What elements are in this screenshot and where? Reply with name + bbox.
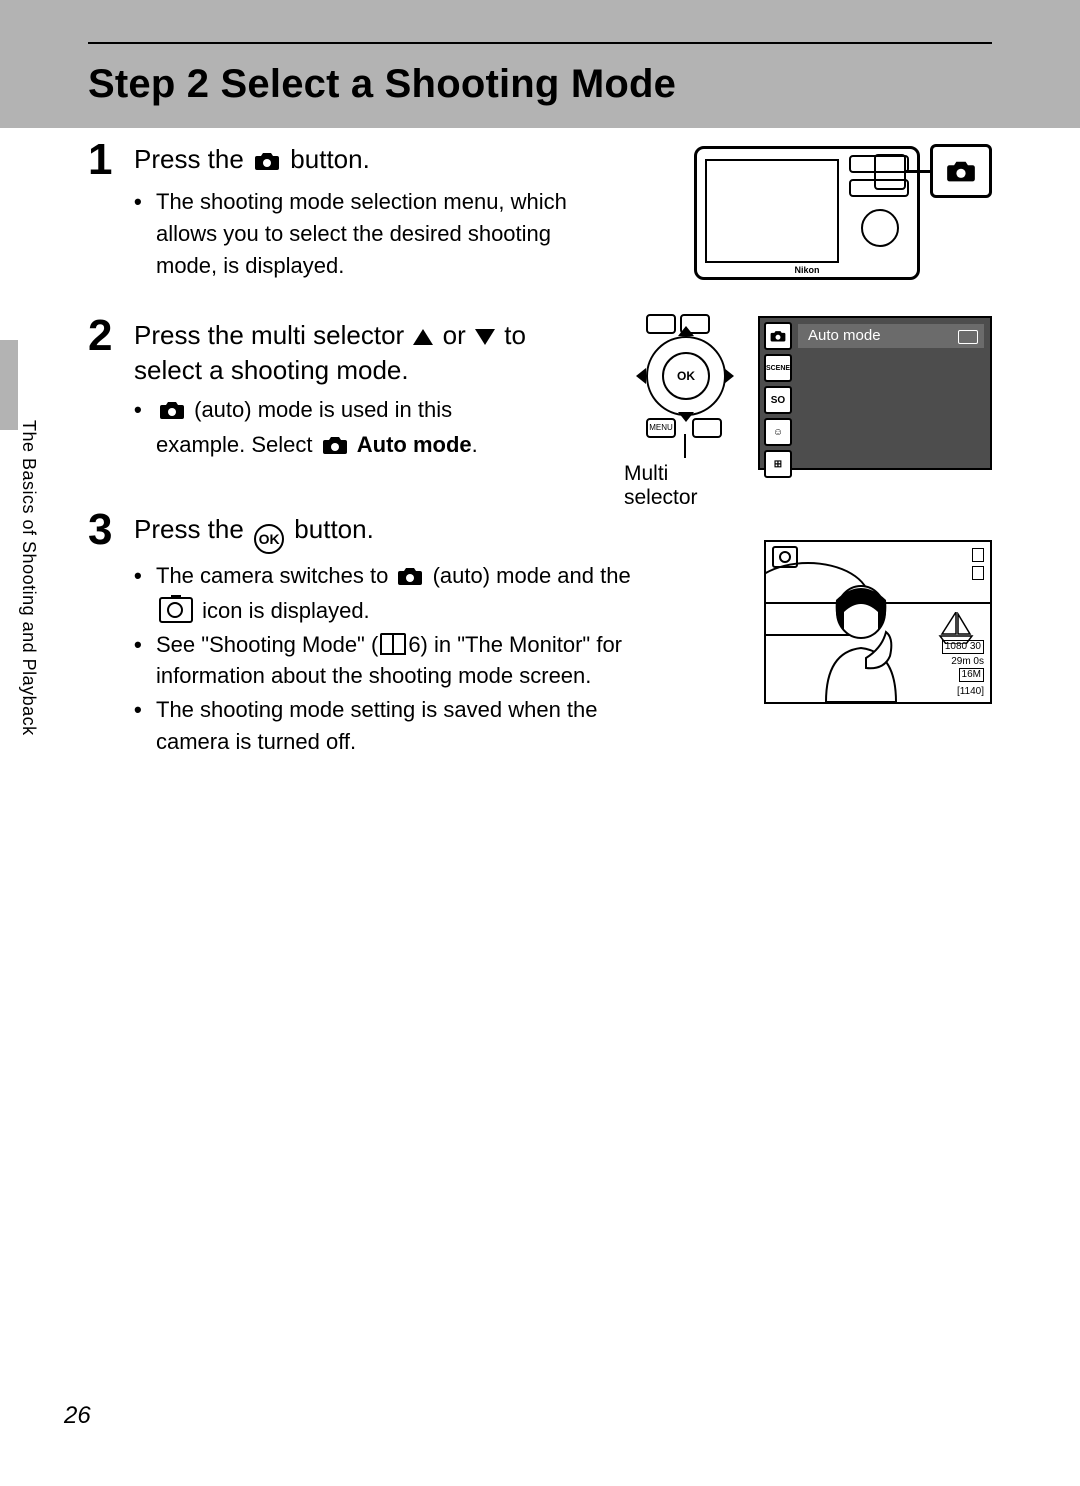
trash-button-icon xyxy=(692,418,722,438)
step-number: 2 xyxy=(88,314,134,358)
book-icon xyxy=(380,633,406,655)
step-2-heading: Press the multi selector or to select a … xyxy=(134,318,534,388)
camera-brand-label: Nikon xyxy=(794,265,819,275)
callout-camera-button xyxy=(930,144,992,198)
figure-camera-back: Nikon xyxy=(694,146,992,286)
text: (auto) mode and the xyxy=(433,563,631,588)
mode-menu-screen: SCENE SO ☺ ⊞ Auto mode xyxy=(758,316,992,470)
mode-icon-column: SCENE SO ☺ ⊞ xyxy=(764,322,792,482)
manual-page: { "header": { "title": "Step 2 Select a … xyxy=(0,0,1080,1486)
person-drawing xyxy=(806,582,916,702)
bullet: See "Shooting Mode" (6) in "The Monitor"… xyxy=(134,629,654,693)
page-title: Step 2 Select a Shooting Mode xyxy=(88,62,992,107)
video-res-badge: 1080 30 xyxy=(942,640,984,654)
multi-selector-diagram: OK MENU Multi selector xyxy=(632,316,738,436)
step-3-text: Press the OK button. The camera switches… xyxy=(134,512,654,760)
record-time: 29m 0s xyxy=(951,656,984,668)
small-button-icon xyxy=(646,314,676,334)
bullet: The camera switches to (auto) mode and t… xyxy=(134,560,654,627)
bullet: (auto) mode is used in this example. Sel… xyxy=(134,394,534,464)
camera-lcd xyxy=(705,159,839,263)
text: The camera switches to xyxy=(156,563,394,588)
mode-title-bar: Auto mode xyxy=(798,324,984,348)
triangle-up-icon xyxy=(413,329,433,345)
ok-icon: OK xyxy=(254,524,284,554)
camera-icon xyxy=(254,145,280,180)
text: See "Shooting Mode" ( xyxy=(156,632,378,657)
step-2-bullets: (auto) mode is used in this example. Sel… xyxy=(134,394,534,464)
step-number: 1 xyxy=(88,138,134,182)
figure-multi-selector: OK MENU Multi selector SCENE SO ☺ ⊞ Auto… xyxy=(632,316,992,484)
indicator-icon xyxy=(972,566,984,580)
arrow-left-icon xyxy=(636,368,646,384)
camera-icon xyxy=(397,563,423,595)
camera-dial xyxy=(861,209,899,247)
shots-remaining: [1140] xyxy=(957,686,984,698)
text: Press the xyxy=(134,514,251,544)
mode-icon-auto xyxy=(764,322,792,350)
arrow-right-icon xyxy=(724,368,734,384)
camera-icon xyxy=(322,432,348,464)
text: button. xyxy=(294,514,374,544)
bullet: The shooting mode setting is saved when … xyxy=(134,694,654,758)
arrow-up-icon xyxy=(678,326,694,336)
step-number: 3 xyxy=(88,508,134,552)
text: Press the xyxy=(134,144,251,174)
figure-monitor-preview: 1080 30 29m 0s 16M [1140] xyxy=(764,540,992,704)
step-2-text: Press the multi selector or to select a … xyxy=(134,318,534,466)
section-side-label: The Basics of Shooting and Playback xyxy=(18,420,39,736)
step-3-bullets: The camera switches to (auto) mode and t… xyxy=(134,560,654,758)
indicator-icon xyxy=(972,548,984,562)
camera-boxed-icon xyxy=(159,597,193,623)
mode-icon-scene: SCENE xyxy=(764,354,792,382)
page-number: 26 xyxy=(64,1402,91,1430)
menu-button-icon: MENU xyxy=(646,418,676,438)
step-3-heading: Press the OK button. xyxy=(134,512,654,554)
camera-icon xyxy=(159,397,185,429)
text: button. xyxy=(290,144,370,174)
mode-title-text: Auto mode xyxy=(808,327,881,344)
multi-selector-label: Multi selector xyxy=(624,462,738,510)
bold-text: Auto mode xyxy=(357,432,472,457)
mode-icon-effects: ⊞ xyxy=(764,450,792,478)
step-1-bullets: The shooting mode selection menu, which … xyxy=(134,186,574,282)
mode-icon-smile: ☺ xyxy=(764,418,792,446)
callout-source xyxy=(874,154,906,190)
battery-icon xyxy=(958,330,978,344)
header-rule xyxy=(88,42,992,44)
ok-button-icon: OK xyxy=(662,352,710,400)
page-header: Step 2 Select a Shooting Mode xyxy=(88,42,992,107)
pointer-line xyxy=(684,434,686,458)
thumb-tab xyxy=(0,340,18,430)
mode-icon-so: SO xyxy=(764,386,792,414)
text: . xyxy=(472,432,478,457)
image-size-badge: 16M xyxy=(959,668,984,682)
triangle-down-icon xyxy=(475,329,495,345)
text: icon is displayed. xyxy=(202,598,370,623)
bullet: The shooting mode selection menu, which … xyxy=(134,186,574,282)
